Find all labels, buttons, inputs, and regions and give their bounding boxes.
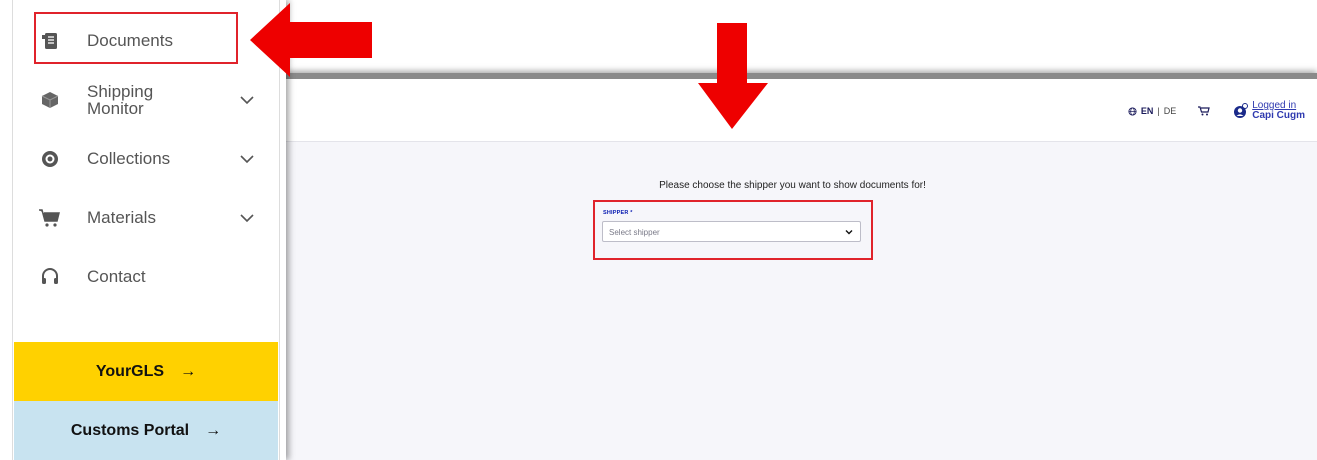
chevron-down-icon[interactable] xyxy=(239,210,255,226)
shipper-highlight-box: SHIPPER * Select shipper xyxy=(593,200,873,260)
sidebar-item-label: Contact xyxy=(87,267,146,286)
customs-portal-label: Customs Portal xyxy=(70,421,190,439)
sidebar-item-collections[interactable]: Collections xyxy=(13,132,279,186)
arrow-right-icon: → xyxy=(205,421,222,439)
lang-de[interactable]: DE xyxy=(1164,106,1177,116)
yourgls-label: YourGLS xyxy=(95,362,165,380)
sidebar-item-materials[interactable]: Materials xyxy=(13,191,279,245)
header-controls: EN | DE Logged in Capi Cugm xyxy=(1128,101,1305,121)
arrow-right-icon: → xyxy=(180,362,197,380)
yourgls-button[interactable]: YourGLS → xyxy=(14,342,278,401)
user-login[interactable]: Logged in Capi Cugm xyxy=(1232,101,1305,121)
language-switcher[interactable]: EN | DE xyxy=(1128,106,1176,116)
lang-en[interactable]: EN xyxy=(1141,106,1154,116)
cart-icon[interactable] xyxy=(1198,106,1210,116)
cart-icon xyxy=(39,207,61,229)
documents-highlight-box xyxy=(34,12,238,64)
shipper-placeholder: Select shipper xyxy=(609,228,660,237)
headset-icon xyxy=(39,266,61,288)
shipper-label: SHIPPER * xyxy=(603,210,633,216)
shipper-select[interactable]: Select shipper xyxy=(602,221,861,242)
sidebar-item-label-line2: Monitor xyxy=(87,99,144,118)
collections-icon xyxy=(39,148,61,170)
sidebar-item-shipping-monitor[interactable]: Shipping Monitor xyxy=(13,73,279,127)
box-icon xyxy=(39,89,61,111)
sidebar-item-contact[interactable]: Contact xyxy=(13,250,279,304)
customs-portal-button[interactable]: Customs Portal → xyxy=(14,401,278,460)
lang-separator: | xyxy=(1157,106,1160,116)
user-name: Capi Cugm xyxy=(1252,110,1305,121)
chevron-down-icon[interactable] xyxy=(239,92,255,108)
sidebar-item-label: Materials xyxy=(87,208,156,227)
shipper-prompt: Please choose the shipper you want to sh… xyxy=(659,180,926,191)
chevron-down-icon xyxy=(845,230,853,235)
sidebar: Documents Shipping Monitor Collections M… xyxy=(0,0,286,460)
globe-icon xyxy=(1128,106,1137,116)
sidebar-item-label: Collections xyxy=(87,149,171,168)
user-icon xyxy=(1234,103,1249,118)
annotation-arrow-down xyxy=(698,23,768,129)
main-app-area: EN | DE Logged in Capi Cugm Please choos… xyxy=(268,73,1317,460)
sidebar-item-label: Shipping Monitor xyxy=(87,83,153,117)
app-header: EN | DE Logged in Capi Cugm xyxy=(268,79,1317,142)
chevron-down-icon[interactable] xyxy=(239,151,255,167)
annotation-arrow-left xyxy=(250,3,372,77)
